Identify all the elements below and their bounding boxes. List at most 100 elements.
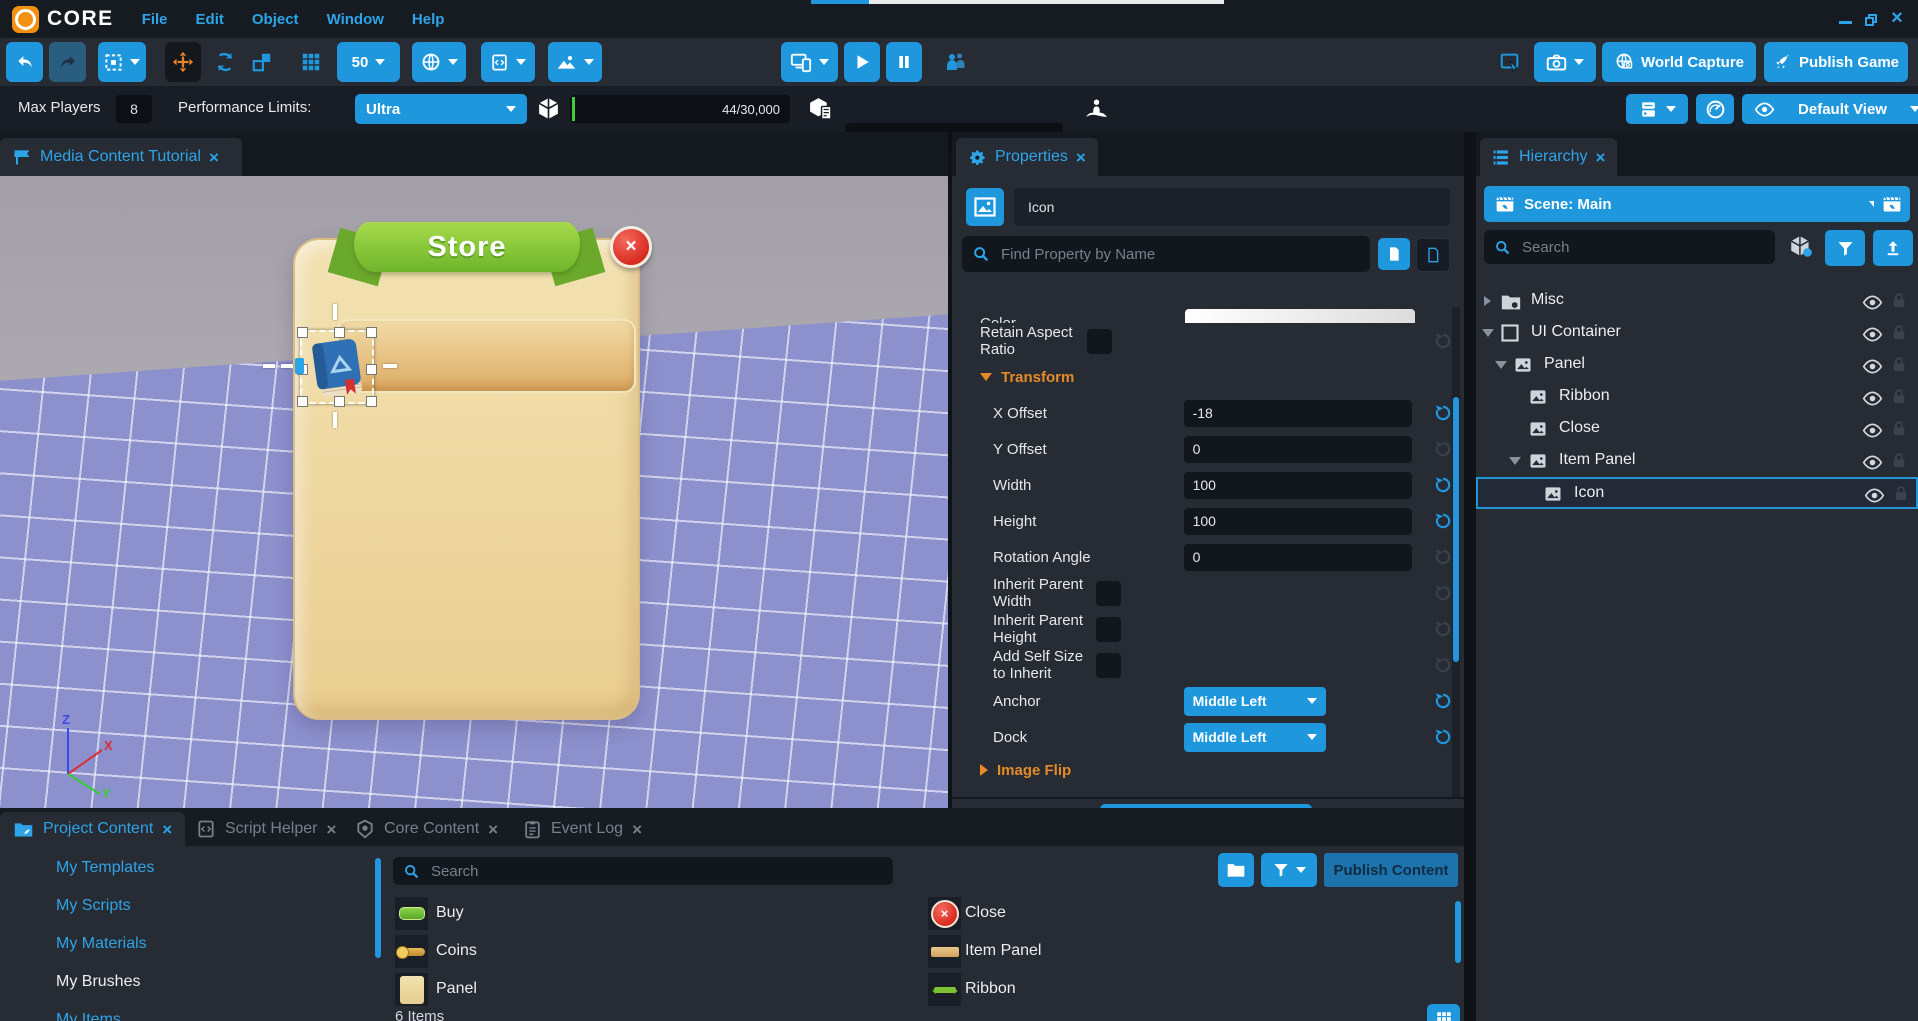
grid-size-dropdown[interactable]: 50 (337, 42, 400, 82)
tab-core-content[interactable]: Core Content × (342, 812, 511, 846)
restore-button[interactable] (1858, 11, 1884, 26)
reset-icon[interactable] (1434, 332, 1452, 350)
hierarchy-row-icon-selected[interactable]: Icon (1476, 477, 1918, 509)
lock-icon[interactable] (1890, 324, 1908, 342)
asset-label-coins[interactable]: Coins (436, 942, 477, 960)
visibility-eye-icon[interactable] (1862, 356, 1883, 377)
world-settings-dropdown[interactable] (412, 42, 466, 82)
tab-script-helper[interactable]: Script Helper × (183, 812, 349, 846)
preview-mode-dropdown[interactable] (781, 42, 838, 82)
share-screen-button[interactable] (1494, 42, 1526, 82)
cube-filter-icon[interactable] (1788, 234, 1814, 260)
asset-thumbnail-coins[interactable] (395, 935, 428, 968)
screenshot-dropdown[interactable] (1534, 42, 1596, 82)
menu-file[interactable]: File (142, 11, 168, 28)
multiplayer-preview-button[interactable] (938, 42, 972, 82)
visibility-eye-icon[interactable] (1864, 485, 1885, 506)
visibility-eye-icon[interactable] (1862, 324, 1883, 345)
select-tool-dropdown[interactable] (98, 42, 146, 82)
hierarchy-row-item-panel[interactable]: Item Panel (1476, 445, 1918, 477)
redo-button[interactable] (49, 42, 86, 82)
tab-properties[interactable]: Properties × (956, 138, 1098, 176)
section-image-flip[interactable]: Image Flip (952, 755, 1452, 785)
reset-icon[interactable] (1434, 584, 1452, 602)
selection-handle[interactable] (297, 396, 308, 407)
sidebar-scrollbar-thumb[interactable] (375, 858, 381, 958)
menu-window[interactable]: Window (327, 11, 384, 28)
add-self-size-checkbox[interactable] (1096, 652, 1122, 678)
anchor-dropdown[interactable]: Middle Left (1183, 686, 1326, 716)
visibility-eye-icon[interactable] (1862, 388, 1883, 409)
property-search[interactable] (962, 236, 1370, 272)
move-tool-button-active[interactable] (165, 42, 201, 82)
expanded-arrow-icon[interactable] (1495, 361, 1507, 369)
reset-icon[interactable] (1434, 656, 1452, 674)
close-tab-icon[interactable]: × (326, 821, 336, 838)
collapsed-arrow-icon[interactable] (1484, 296, 1491, 306)
publish-game-button[interactable]: Publish Game (1764, 42, 1908, 82)
performance-limits-dropdown[interactable]: Ultra (355, 94, 527, 124)
asset-label-panel[interactable]: Panel (436, 980, 477, 998)
asset-label-item-panel[interactable]: Item Panel (965, 942, 1041, 960)
scale-tool-button[interactable] (247, 42, 277, 82)
height-input[interactable]: 100 (1183, 507, 1412, 535)
width-input[interactable]: 100 (1183, 471, 1412, 499)
tab-hierarchy[interactable]: Hierarchy × (1480, 138, 1618, 176)
reset-icon[interactable] (1434, 404, 1452, 422)
terrain-dropdown[interactable] (548, 42, 602, 82)
selection-box[interactable] (297, 327, 377, 407)
hierarchy-export-button[interactable] (1873, 230, 1913, 266)
sidebar-item-my-materials[interactable]: My Materials (56, 935, 147, 953)
lock-icon[interactable] (1892, 485, 1910, 503)
reset-icon[interactable] (1434, 728, 1452, 746)
hierarchy-row-misc[interactable]: Misc (1476, 285, 1918, 317)
hierarchy-row-ui-container[interactable]: UI Container (1476, 317, 1918, 349)
paste-properties-button[interactable] (1416, 238, 1450, 272)
world-capture-button[interactable]: World Capture (1602, 42, 1756, 82)
selection-handle[interactable] (334, 327, 345, 338)
hierarchy-filter-button[interactable] (1825, 230, 1865, 266)
tab-event-log[interactable]: Event Log × (510, 812, 655, 846)
content-scrollbar-thumb[interactable] (1455, 901, 1461, 963)
close-tab-icon[interactable]: × (209, 149, 219, 166)
selection-handle[interactable] (334, 396, 345, 407)
lock-icon[interactable] (1890, 452, 1908, 470)
hierarchy-row-panel[interactable]: Panel (1476, 349, 1918, 381)
scene-dropdown[interactable]: Scene: Main (1484, 186, 1890, 222)
sidebar-item-my-scripts[interactable]: My Scripts (56, 897, 131, 915)
menu-edit[interactable]: Edit (196, 11, 224, 28)
publish-content-button[interactable]: Publish Content (1324, 853, 1458, 887)
viewport-3d-scene[interactable]: Z X Y Store × (0, 176, 948, 808)
asset-thumbnail-buy[interactable] (395, 897, 428, 930)
copy-properties-button[interactable] (1378, 238, 1410, 270)
play-button[interactable] (844, 42, 880, 82)
menu-help[interactable]: Help (412, 11, 445, 28)
dock-dropdown[interactable]: Middle Left (1183, 722, 1326, 752)
scene-manager-button[interactable] (1874, 186, 1910, 222)
reset-icon[interactable] (1434, 620, 1452, 638)
lock-icon[interactable] (1890, 356, 1908, 374)
close-tab-icon[interactable]: × (162, 821, 172, 838)
default-view-dropdown[interactable]: Default View (1742, 94, 1918, 124)
sidebar-item-my-brushes[interactable]: My Brushes (56, 973, 140, 991)
asset-label-ribbon[interactable]: Ribbon (965, 980, 1016, 998)
asset-label-close[interactable]: Close (965, 904, 1006, 922)
asset-thumbnail-panel[interactable] (395, 973, 428, 1006)
asset-label-buy[interactable]: Buy (436, 904, 464, 922)
content-filter-dropdown[interactable] (1261, 853, 1317, 887)
asset-thumbnail-close[interactable]: × (928, 897, 961, 930)
content-search-input[interactable] (429, 861, 883, 881)
selection-handle[interactable] (366, 327, 377, 338)
visibility-eye-icon[interactable] (1862, 420, 1883, 441)
open-folder-button[interactable] (1218, 853, 1254, 887)
selection-handle[interactable] (297, 327, 308, 338)
tab-project-content[interactable]: Project Content × (0, 812, 186, 846)
close-tab-icon[interactable]: × (1076, 149, 1086, 166)
script-dropdown[interactable] (481, 42, 535, 82)
grid-snap-button[interactable] (296, 42, 326, 82)
tab-media-content-tutorial[interactable]: Media Content Tutorial × (0, 138, 242, 176)
asset-thumbnail-item-panel[interactable] (928, 935, 961, 968)
inherit-parent-width-checkbox[interactable] (1096, 580, 1122, 606)
close-window-button[interactable]: × (1884, 8, 1910, 28)
sidebar-item-my-templates[interactable]: My Templates (56, 859, 154, 877)
